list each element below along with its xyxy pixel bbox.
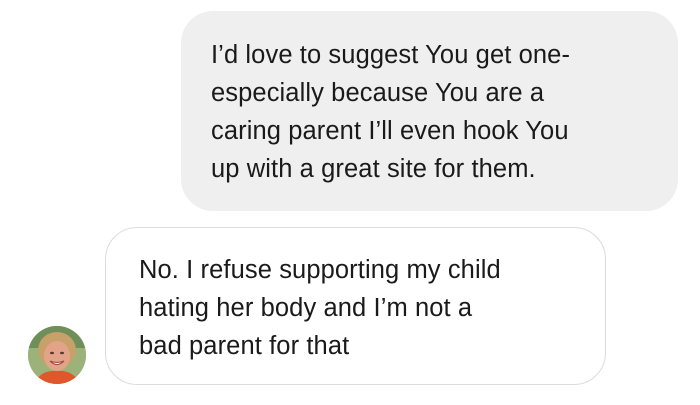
avatar[interactable] (28, 326, 86, 384)
incoming-message-bubble[interactable]: No. I refuse supporting my child hating … (105, 227, 606, 385)
message-thread: I’d love to suggest You get one- especia… (0, 0, 700, 405)
outgoing-message-bubble[interactable]: I’d love to suggest You get one- especia… (181, 11, 678, 211)
profile-photo-avatar-icon (28, 326, 86, 384)
